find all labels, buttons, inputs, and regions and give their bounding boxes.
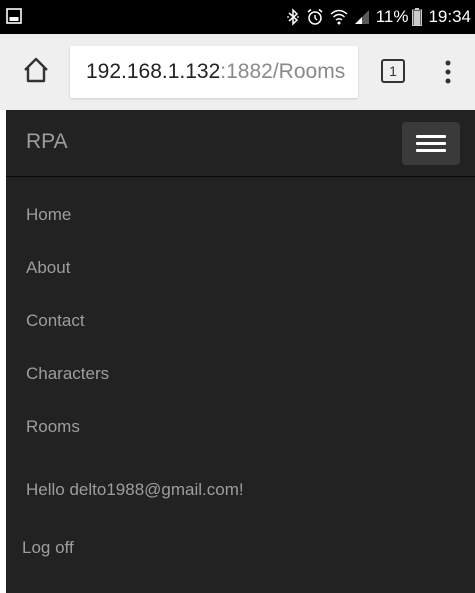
nav-item-contact[interactable]: Contact: [26, 311, 85, 331]
url-path: :1882/Rooms: [220, 60, 346, 83]
navbar-toggle-button[interactable]: [402, 122, 460, 165]
gallery-icon: [6, 8, 22, 24]
nav-item-about[interactable]: About: [26, 258, 70, 278]
logoff-button[interactable]: Log off: [22, 538, 74, 558]
navbar: RPA Home About Contact Characters Rooms …: [6, 110, 475, 593]
status-icons: 11% 19:34: [286, 0, 471, 34]
signal-icon: [354, 10, 369, 24]
address-bar[interactable]: 192.168.1.132:1882/Rooms: [70, 46, 358, 98]
battery-percent: 11%: [375, 7, 409, 26]
battery-icon: [412, 8, 423, 26]
browser-toolbar: 192.168.1.132:1882/Rooms 1: [0, 34, 475, 110]
tab-switcher-button[interactable]: 1: [381, 59, 405, 83]
user-greeting-link[interactable]: Hello delto1988@gmail.com!: [26, 480, 244, 500]
wifi-icon: [330, 9, 348, 25]
status-time: 19:34: [428, 7, 471, 26]
nav-item-home[interactable]: Home: [26, 205, 71, 225]
web-page: RPA Home About Contact Characters Rooms …: [0, 110, 475, 593]
nav-item-rooms[interactable]: Rooms: [26, 417, 80, 437]
navbar-header: RPA: [6, 110, 475, 177]
status-bar: 11% 19:34: [0, 0, 475, 34]
alarm-icon: [307, 8, 323, 25]
nav-item-characters[interactable]: Characters: [26, 364, 109, 384]
home-icon[interactable]: [22, 56, 50, 84]
bluetooth-icon: [286, 8, 299, 26]
url-text: 192.168.1.132:1882/Rooms: [70, 60, 345, 84]
url-host: 192.168.1.132: [86, 60, 221, 83]
brand-link[interactable]: RPA: [26, 130, 68, 154]
phone-screen: 11% 19:34 192.168.1.132:1882/Rooms 1 RPA: [0, 0, 475, 593]
more-vert-icon[interactable]: [438, 58, 458, 86]
